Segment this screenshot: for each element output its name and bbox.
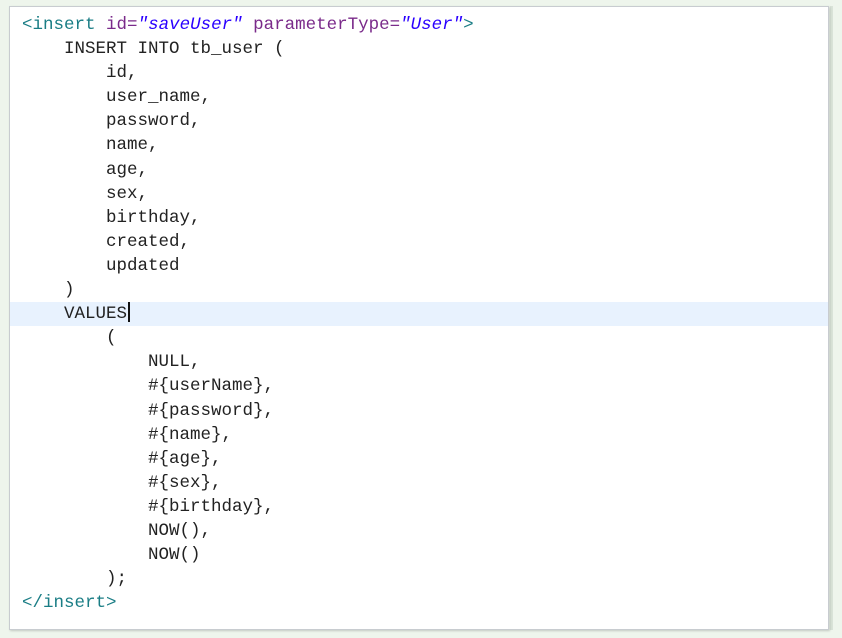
code-line[interactable]: INSERT INTO tb_user ( (10, 37, 828, 61)
editor-shadow (830, 6, 833, 630)
code-line[interactable]: password, (10, 109, 828, 133)
code-token-plain: INSERT INTO tb_user ( (64, 39, 285, 60)
code-line[interactable]: name, (10, 133, 828, 157)
code-token-plain: #{sex}, (148, 472, 222, 493)
code-line[interactable]: ) (10, 278, 828, 302)
code-token-tag: <insert (22, 15, 96, 35)
code-line[interactable]: ( (10, 326, 828, 350)
code-line[interactable]: </insert> (10, 591, 828, 615)
code-line[interactable]: NULL, (10, 350, 828, 374)
text-cursor (128, 302, 131, 322)
code-line-current[interactable]: VALUES (10, 302, 828, 327)
code-token-attr: = (389, 15, 401, 35)
code-token-attr: = (127, 15, 138, 35)
code-token-plain: NULL, (148, 352, 201, 373)
code-line[interactable]: age, (10, 158, 828, 182)
code-token-str: "saveUser" (137, 15, 243, 35)
code-token-attr: parameterType (253, 15, 390, 35)
code-token-plain: ( (106, 328, 117, 349)
code-token-plain: NOW(), (148, 520, 212, 541)
code-token-plain: #{birthday}, (148, 496, 275, 517)
code-token-plain: password, (106, 111, 201, 132)
code-token-plain: created, (106, 231, 191, 252)
code-editor[interactable]: <insert id="saveUser" parameterType="Use… (9, 6, 829, 630)
code-token-plain: name, (106, 135, 159, 156)
code-line[interactable]: #{birthday}, (10, 495, 828, 519)
code-token-plain: age, (106, 159, 149, 180)
code-token-plain: birthday, (106, 207, 201, 228)
code-line[interactable]: NOW(), (10, 519, 828, 543)
code-line[interactable]: id, (10, 61, 828, 85)
code-token-plain: sex, (106, 183, 149, 204)
page: <insert id="saveUser" parameterType="Use… (0, 0, 842, 638)
code-token-plain: user_name, (106, 87, 212, 108)
code-area[interactable]: <insert id="saveUser" parameterType="Use… (10, 13, 828, 615)
code-token-plain: NOW() (148, 545, 201, 566)
code-line[interactable]: ); (10, 567, 828, 591)
code-line[interactable]: NOW() (10, 543, 828, 567)
code-line[interactable]: user_name, (10, 85, 828, 109)
code-token-plain: VALUES (64, 304, 128, 325)
code-token-tag: > (463, 15, 474, 35)
code-line[interactable]: updated (10, 254, 828, 278)
code-token-attr: id (106, 15, 128, 35)
code-line[interactable]: created, (10, 230, 828, 254)
code-line[interactable]: #{age}, (10, 447, 828, 471)
code-line[interactable]: #{sex}, (10, 471, 828, 495)
code-line[interactable]: #{userName}, (10, 374, 828, 398)
code-token-plain: #{userName}, (148, 376, 275, 397)
code-token-tag: </insert> (22, 593, 117, 614)
code-line[interactable]: #{password}, (10, 399, 828, 423)
code-token-plain: updated (106, 255, 180, 276)
code-token-str: "User" (400, 15, 464, 35)
code-token-plain: #{password}, (148, 400, 275, 421)
code-line[interactable]: <insert id="saveUser" parameterType="Use… (10, 13, 828, 37)
code-token-plain: id, (106, 63, 138, 84)
code-token-plain: #{name}, (148, 424, 233, 445)
code-token-plain: #{age}, (148, 448, 222, 469)
code-line[interactable]: #{name}, (10, 423, 828, 447)
code-line[interactable]: birthday, (10, 206, 828, 230)
code-token-plain: ); (106, 569, 128, 590)
code-token-plain: ) (64, 280, 75, 301)
code-line[interactable]: sex, (10, 182, 828, 206)
